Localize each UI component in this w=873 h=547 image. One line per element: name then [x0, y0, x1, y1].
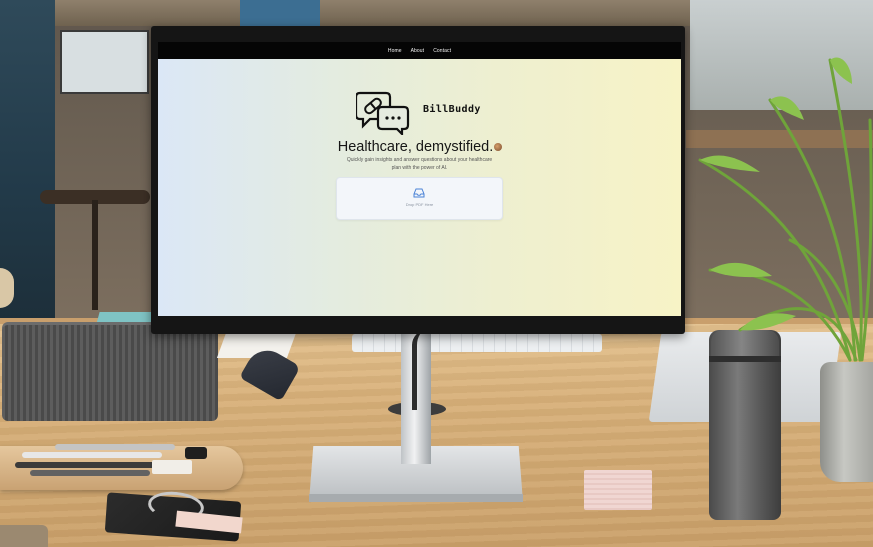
background-panel [240, 0, 320, 26]
pen [55, 444, 175, 450]
fabric-speaker [2, 325, 218, 421]
dropzone-label: Drop PDF Here [405, 202, 434, 207]
pdf-dropzone[interactable]: Drop PDF Here [336, 177, 503, 220]
inbox-tray-icon [413, 188, 425, 198]
keyboard [352, 334, 602, 352]
pen [22, 452, 162, 458]
hero-subtitle: Quickly gain insights and answer questio… [338, 157, 501, 172]
pen [30, 470, 150, 476]
potted-plant-leaves [698, 57, 873, 362]
chat-bubbles-pill-icon [356, 91, 410, 135]
hero-title-text: Healthcare, demystified. [337, 139, 494, 155]
monitor-screen: Home About Contact BillBuddy Healthcare,… [158, 42, 681, 316]
binder-clip [185, 447, 207, 459]
book-corner [0, 525, 48, 547]
plant-pot [820, 362, 873, 482]
nav-link-about[interactable]: About [411, 48, 425, 54]
site-navbar: Home About Contact [158, 42, 681, 59]
hero-title: Healthcare, demystified. [158, 139, 681, 155]
monitor-stand-base-edge [309, 494, 523, 502]
monitor-cable [412, 330, 427, 410]
brand-name: BillBuddy [423, 104, 481, 115]
sticky-note-pad [584, 470, 652, 510]
background-stool-leg [92, 200, 98, 310]
nav-link-contact[interactable]: Contact [433, 48, 451, 54]
hero-subtitle-line2: plan with the power of AI. [391, 164, 448, 171]
nav-link-home[interactable]: Home [388, 48, 402, 54]
background-monitor [60, 30, 149, 94]
hero-subtitle-line1: Quickly gain insights and answer questio… [346, 157, 493, 163]
hero-section: BillBuddy Healthcare, demystified. Quick… [158, 59, 681, 316]
office-desk-scene: Home About Contact BillBuddy Healthcare,… [0, 0, 873, 547]
pen [15, 462, 155, 468]
avatar [494, 143, 502, 151]
eraser [152, 460, 192, 474]
